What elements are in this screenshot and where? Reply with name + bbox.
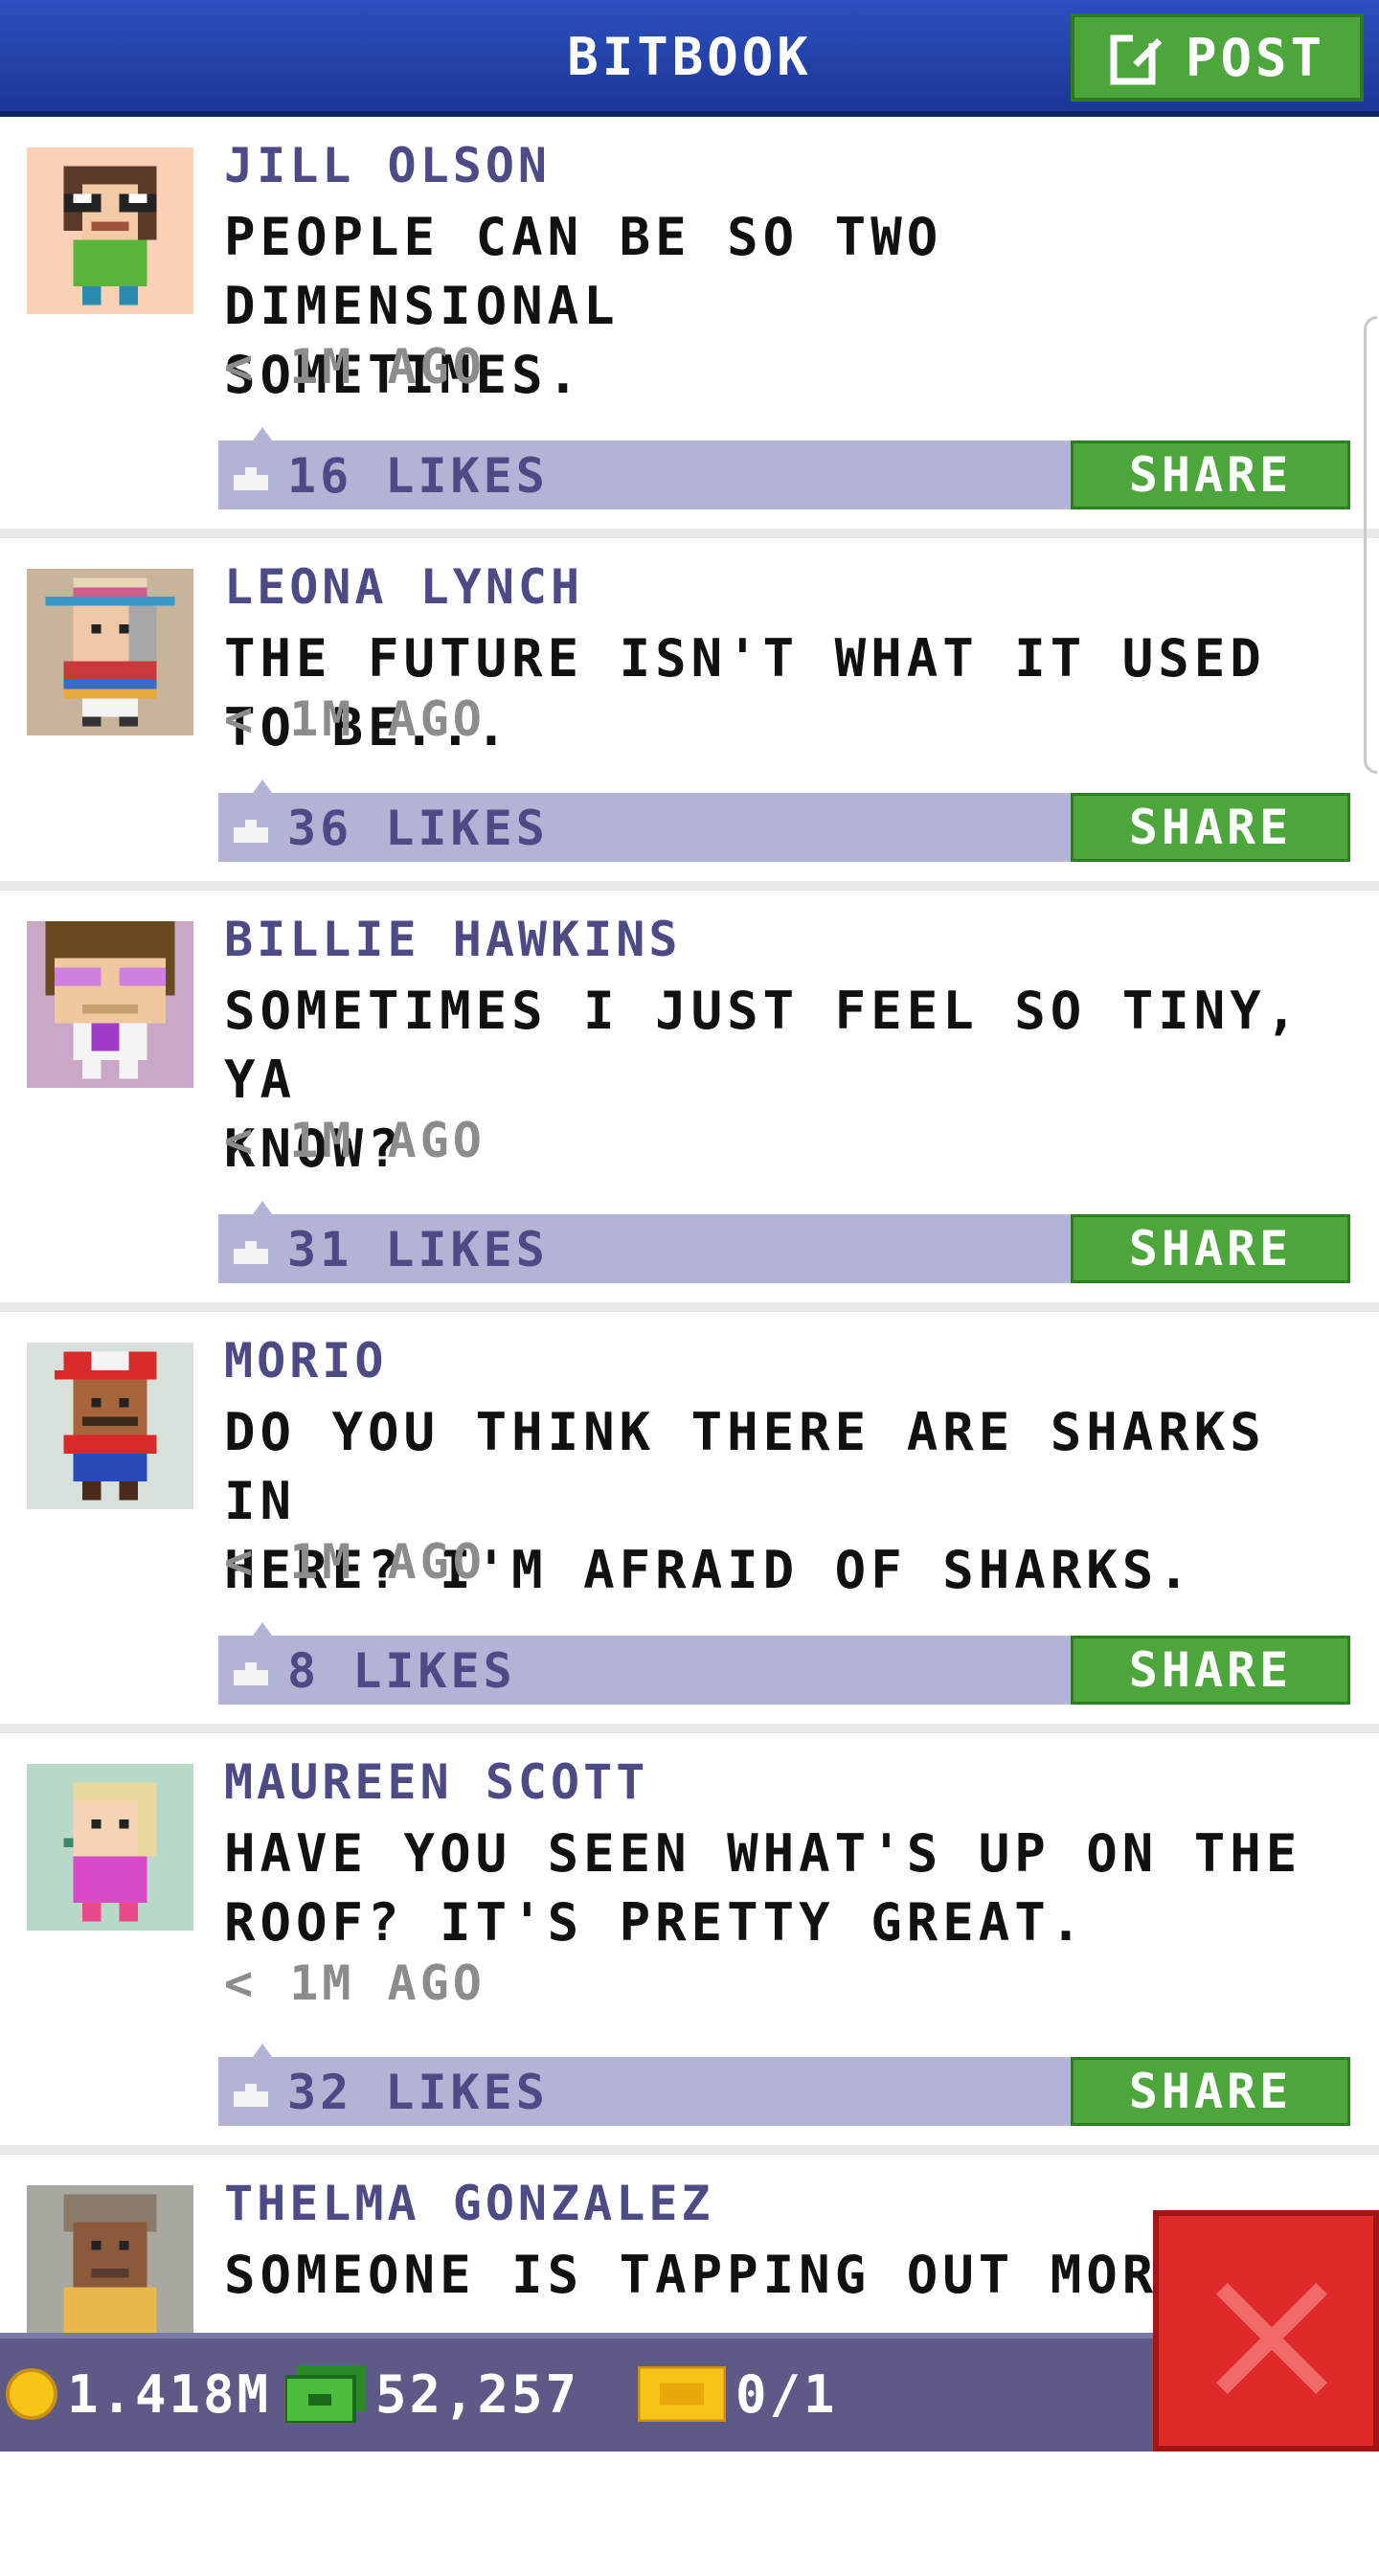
- post-time: < 1M AGO: [224, 1955, 486, 2011]
- share-button[interactable]: SHARE: [1071, 2057, 1350, 2126]
- coin-icon: [6, 2368, 57, 2420]
- close-button[interactable]: [1153, 2210, 1379, 2452]
- tickets-display: 0/1: [638, 2360, 838, 2429]
- feed-post: MAUREEN SCOTT HAVE YOU SEEN WHAT'S UP ON…: [0, 1733, 1379, 2155]
- ticket-icon: [638, 2366, 726, 2422]
- feed-post: LEONA LYNCH THE FUTURE ISN'T WHAT IT USE…: [0, 538, 1379, 891]
- post-author[interactable]: LEONA LYNCH: [224, 559, 583, 615]
- likes-count: 8 LIKES: [287, 1643, 516, 1699]
- likes-count: 16 LIKES: [287, 448, 549, 504]
- avatar[interactable]: [27, 1764, 193, 1931]
- post-author[interactable]: BILLIE HAWKINS: [224, 912, 681, 967]
- bux-value: 52,257: [375, 2363, 580, 2425]
- tickets-value: 0/1: [735, 2363, 838, 2425]
- avatar[interactable]: [27, 1343, 193, 1509]
- scrollbar[interactable]: [1364, 316, 1377, 774]
- likes-count: 31 LIKES: [287, 1222, 549, 1277]
- feed-post: BILLIE HAWKINS SOMETIMES I JUST FEEL SO …: [0, 891, 1379, 1312]
- feed-post: JILL OLSON PEOPLE CAN BE SO TWO DIMENSIO…: [0, 117, 1379, 538]
- post-button[interactable]: POST: [1071, 13, 1364, 102]
- likes-notch: [253, 1201, 272, 1214]
- share-button[interactable]: SHARE: [1071, 1636, 1350, 1705]
- likes-notch: [253, 780, 272, 793]
- avatar[interactable]: [27, 147, 193, 314]
- likes-bar[interactable]: 36 LIKES SHARE: [218, 780, 1350, 862]
- post-message: HAVE YOU SEEN WHAT'S UP ON THE ROOF? IT'…: [224, 1823, 1302, 1953]
- post-time: < 1M AGO: [224, 339, 486, 395]
- likes-notch: [253, 427, 272, 441]
- avatar[interactable]: [27, 569, 193, 735]
- post-time: < 1M AGO: [224, 691, 486, 747]
- close-icon: [1216, 2283, 1327, 2394]
- post-author[interactable]: MAUREEN SCOTT: [224, 1754, 648, 1810]
- edit-icon: [1110, 34, 1162, 85]
- post-author[interactable]: JILL OLSON: [224, 138, 551, 193]
- avatar[interactable]: [27, 2185, 193, 2352]
- avatar[interactable]: [27, 921, 193, 1088]
- post-author[interactable]: MORIO: [224, 1333, 388, 1389]
- thumbs-up-icon: [234, 1241, 268, 1264]
- post-time: < 1M AGO: [224, 1534, 486, 1590]
- likes-count: 32 LIKES: [287, 2065, 549, 2120]
- likes-count: 36 LIKES: [287, 801, 549, 856]
- thumbs-up-icon: [234, 2084, 268, 2107]
- thumbs-up-icon: [234, 1662, 268, 1685]
- feed-post: MORIO DO YOU THINK THERE ARE SHARKS IN H…: [0, 1312, 1379, 1733]
- post-author[interactable]: THELMA GONZALEZ: [224, 2176, 714, 2231]
- coins-display: 1.418M: [6, 2360, 271, 2429]
- thumbs-up-icon: [234, 820, 268, 843]
- post-button-label: POST: [1185, 27, 1326, 88]
- app-header: BITBOOK POST: [0, 0, 1379, 117]
- bitbux-icon: [285, 2365, 366, 2423]
- post-time: < 1M AGO: [224, 1113, 486, 1168]
- share-button[interactable]: SHARE: [1071, 1214, 1350, 1283]
- likes-bar[interactable]: 31 LIKES SHARE: [218, 1201, 1350, 1283]
- likes-notch: [253, 2044, 272, 2057]
- coins-value: 1.418M: [67, 2363, 272, 2425]
- likes-bar[interactable]: 16 LIKES SHARE: [218, 427, 1350, 509]
- likes-bar[interactable]: 8 LIKES SHARE: [218, 1622, 1350, 1705]
- share-button[interactable]: SHARE: [1071, 793, 1350, 862]
- share-button[interactable]: SHARE: [1071, 441, 1350, 509]
- thumbs-up-icon: [234, 467, 268, 490]
- feed-list: JILL OLSON PEOPLE CAN BE SO TWO DIMENSIO…: [0, 117, 1379, 2576]
- bux-display: 52,257: [285, 2360, 579, 2429]
- likes-bar[interactable]: 32 LIKES SHARE: [218, 2044, 1350, 2126]
- likes-notch: [253, 1622, 272, 1636]
